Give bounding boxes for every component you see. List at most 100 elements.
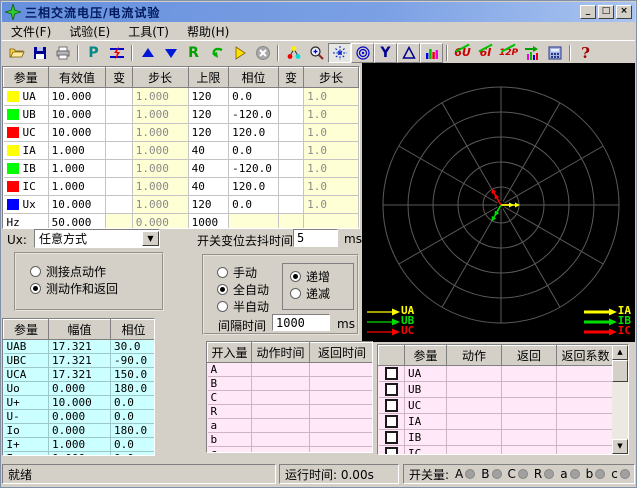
cell[interactable]: 10.000 xyxy=(48,124,106,142)
row-checkbox[interactable] xyxy=(385,399,398,412)
menu-item-test[interactable]: 试验(E) xyxy=(60,21,119,42)
cell[interactable]: 1.000 xyxy=(132,106,188,124)
undo-button[interactable] xyxy=(205,43,228,63)
cell[interactable] xyxy=(278,142,303,160)
cell[interactable]: 1.0 xyxy=(304,178,359,196)
cell[interactable] xyxy=(106,214,132,230)
vector-node-button[interactable] xyxy=(282,43,305,63)
cell[interactable]: 120.0 xyxy=(229,124,279,142)
cell[interactable]: 1.000 xyxy=(48,178,106,196)
cell[interactable]: 40 xyxy=(188,178,229,196)
12p-output-button[interactable]: 12P xyxy=(497,43,520,63)
cell[interactable]: Hz xyxy=(4,214,49,230)
radio-circle-icon[interactable] xyxy=(290,288,301,299)
cell[interactable] xyxy=(106,88,132,106)
cell[interactable]: -120.0 xyxy=(229,106,279,124)
cell[interactable] xyxy=(278,214,303,230)
print-button[interactable] xyxy=(51,43,74,63)
cell[interactable]: 0.000 xyxy=(132,214,188,230)
cell[interactable] xyxy=(106,178,132,196)
increase-button[interactable] xyxy=(136,43,159,63)
cell[interactable]: Ux xyxy=(4,196,49,214)
cell[interactable] xyxy=(106,196,132,214)
row-checkbox[interactable] xyxy=(385,431,398,444)
radio-option[interactable]: 递减 xyxy=(290,285,353,302)
radio-circle-icon[interactable] xyxy=(290,271,301,282)
cell[interactable]: 10.000 xyxy=(48,106,106,124)
minimize-button[interactable]: _ xyxy=(580,5,596,19)
cell[interactable]: 1.0 xyxy=(304,124,359,142)
cell[interactable]: 1.000 xyxy=(48,142,106,160)
cell[interactable]: 1.000 xyxy=(132,178,188,196)
cell[interactable]: 50.000 xyxy=(48,214,106,230)
cell[interactable]: 0.0 xyxy=(229,142,279,160)
save-button[interactable] xyxy=(28,43,51,63)
radio-option[interactable]: 测动作和返回 xyxy=(30,280,162,297)
cell[interactable]: -120.0 xyxy=(229,160,279,178)
cell[interactable]: 1.000 xyxy=(132,124,188,142)
cell[interactable] xyxy=(278,196,303,214)
cell[interactable]: IB xyxy=(4,160,49,178)
radio-option[interactable]: 全自动 xyxy=(217,281,269,298)
cell[interactable]: 120 xyxy=(188,124,229,142)
cell[interactable]: 10.000 xyxy=(48,196,106,214)
radio-circle-icon[interactable] xyxy=(30,266,41,277)
cell[interactable]: 1.0 xyxy=(304,196,359,214)
6i-output-button[interactable]: 6I xyxy=(474,43,497,63)
cell[interactable] xyxy=(106,160,132,178)
menu-item-tools[interactable]: 工具(T) xyxy=(119,21,178,42)
cell[interactable]: 40 xyxy=(188,160,229,178)
cell[interactable] xyxy=(304,214,359,230)
cell[interactable]: 120 xyxy=(188,196,229,214)
cell[interactable]: UB xyxy=(4,106,49,124)
radio-option[interactable]: 递增 xyxy=(290,268,353,285)
menu-item-file[interactable]: 文件(F) xyxy=(2,21,60,42)
cell[interactable]: 1.000 xyxy=(132,88,188,106)
p-settings-button[interactable]: P xyxy=(82,43,105,63)
cell[interactable] xyxy=(278,88,303,106)
calculator-button[interactable] xyxy=(543,43,566,63)
cell[interactable] xyxy=(278,124,303,142)
radio-option[interactable]: 测接点动作 xyxy=(30,263,162,280)
radio-circle-icon[interactable] xyxy=(217,301,228,312)
row-checkbox[interactable] xyxy=(385,415,398,428)
decrease-button[interactable] xyxy=(159,43,182,63)
cell[interactable]: 120.0 xyxy=(229,178,279,196)
cell[interactable] xyxy=(106,124,132,142)
harmonic-output-button[interactable] xyxy=(520,43,543,63)
vertical-scrollbar[interactable]: ▲ ▼ xyxy=(612,345,628,454)
row-checkbox[interactable] xyxy=(385,383,398,396)
cell[interactable]: 0.0 xyxy=(229,88,279,106)
radio-circle-icon[interactable] xyxy=(217,284,228,295)
reset-button[interactable]: R xyxy=(182,43,205,63)
close-button[interactable]: × xyxy=(616,5,632,19)
row-checkbox[interactable] xyxy=(385,447,398,456)
scrollbar-thumb[interactable] xyxy=(612,360,628,382)
start-test-button[interactable] xyxy=(228,43,251,63)
bar-view-button[interactable] xyxy=(420,43,443,63)
y-connection-button[interactable]: Y xyxy=(374,43,397,63)
row-checkbox[interactable] xyxy=(385,367,398,380)
open-file-button[interactable] xyxy=(5,43,28,63)
6u-output-button[interactable]: 6U xyxy=(451,43,474,63)
interval-input[interactable] xyxy=(272,314,330,331)
cell[interactable]: 1.0 xyxy=(304,160,359,178)
cell[interactable]: 1.0 xyxy=(304,106,359,124)
cell[interactable] xyxy=(278,178,303,196)
radio-option[interactable]: 半自动 xyxy=(217,298,269,315)
cell[interactable] xyxy=(278,160,303,178)
cell[interactable]: 0.0 xyxy=(229,196,279,214)
cell[interactable]: 1.000 xyxy=(132,142,188,160)
vector-view-button[interactable] xyxy=(328,43,351,63)
ux-mode-select[interactable]: 任意方式 ▼ xyxy=(34,229,160,248)
cell[interactable]: 1.0 xyxy=(304,88,359,106)
cell[interactable]: 1.000 xyxy=(132,196,188,214)
cell[interactable] xyxy=(106,106,132,124)
cell[interactable]: 10.000 xyxy=(48,88,106,106)
radio-option[interactable]: 手动 xyxy=(217,264,269,281)
help-button[interactable]: ? xyxy=(574,43,597,63)
cell[interactable]: 1.0 xyxy=(304,142,359,160)
cell[interactable] xyxy=(229,214,279,230)
cell[interactable]: 1000 xyxy=(188,214,229,230)
cell[interactable]: 1.000 xyxy=(132,160,188,178)
